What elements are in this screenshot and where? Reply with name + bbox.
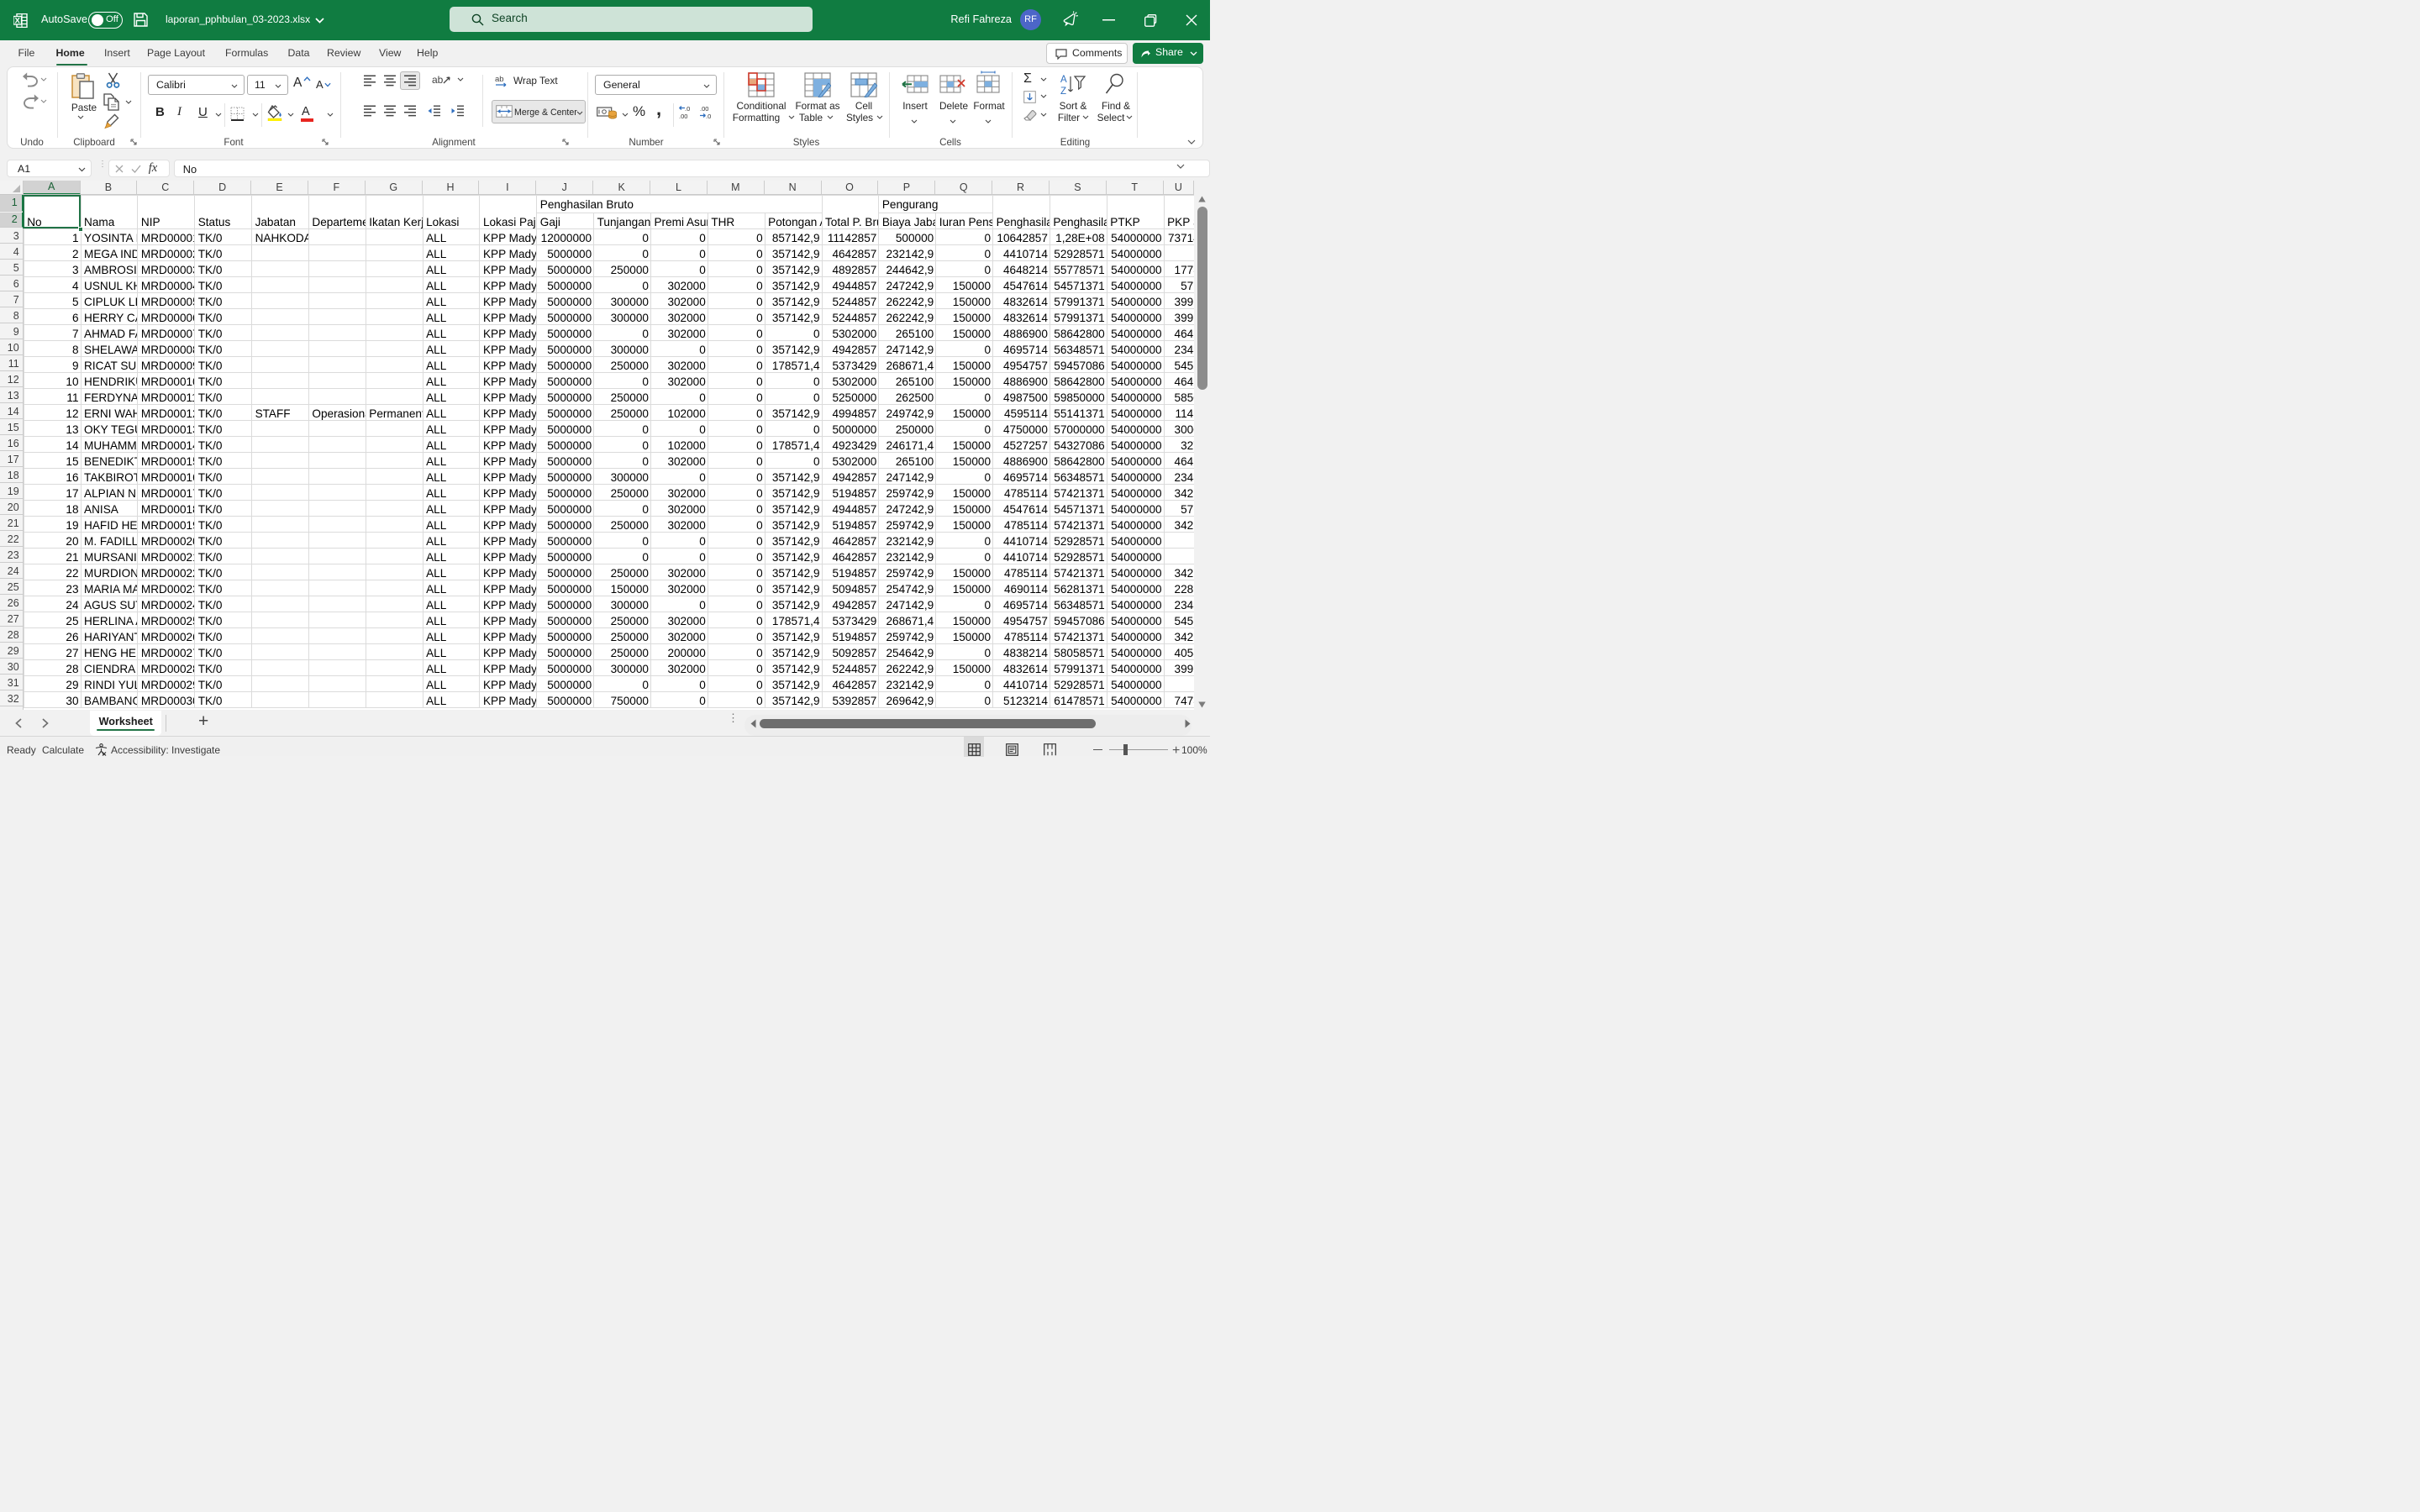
- svg-text:ab: ab: [495, 75, 504, 84]
- svg-text:Z: Z: [1060, 87, 1066, 97]
- svg-text:.00: .00: [679, 113, 687, 119]
- svg-text:.0: .0: [706, 113, 711, 119]
- svg-text:ab: ab: [432, 74, 444, 86]
- svg-text:.00: .00: [700, 105, 708, 113]
- svg-text:A: A: [1060, 75, 1067, 85]
- svg-text:X: X: [15, 16, 21, 25]
- svg-text:.0: .0: [685, 105, 690, 113]
